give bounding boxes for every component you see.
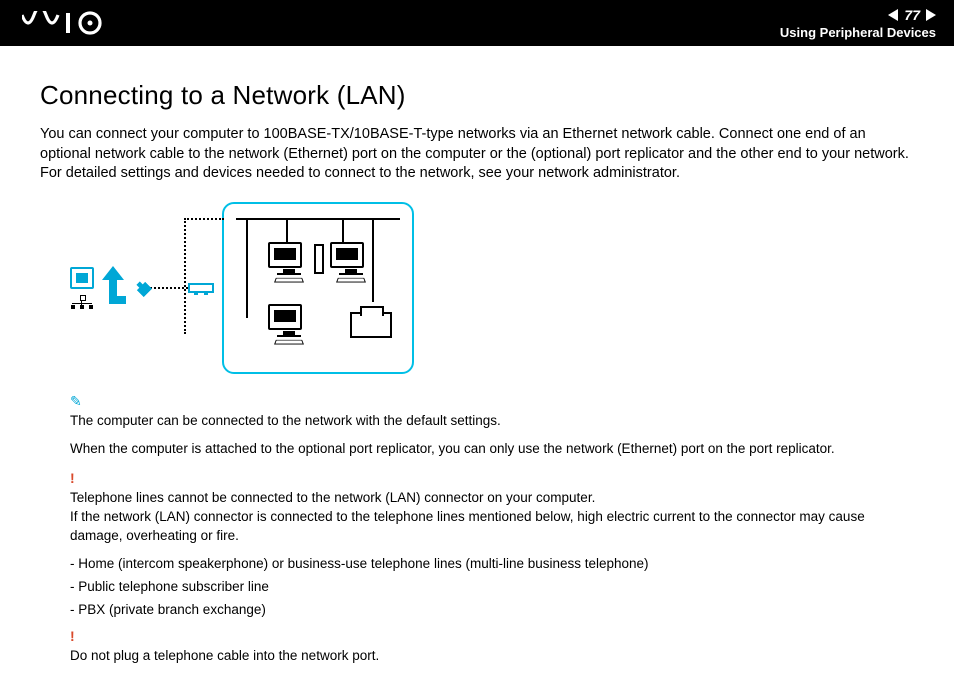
ethernet-port-block — [70, 267, 94, 309]
note-block: ✎ The computer can be connected to the n… — [70, 392, 914, 460]
up-arrow-icon — [100, 266, 126, 309]
warning-icon: ! — [70, 628, 75, 644]
note-text-2: When the computer is attached to the opt… — [70, 440, 914, 459]
warning-block-2: ! Do not plug a telephone cable into the… — [70, 627, 914, 666]
warning-icon: ! — [70, 470, 75, 486]
header-right: 77 Using Peripheral Devices — [780, 7, 936, 40]
computer-icon — [268, 304, 310, 348]
vaio-logo — [22, 11, 122, 35]
hub-icon — [188, 283, 214, 293]
bullet-item: Home (intercom speakerphone) or business… — [70, 556, 914, 571]
section-title: Using Peripheral Devices — [780, 25, 936, 40]
cable-connector-icon — [136, 282, 150, 294]
intro-paragraph: You can connect your computer to 100BASE… — [40, 125, 914, 184]
note-icon: ✎ — [70, 393, 82, 409]
ethernet-port-icon — [70, 267, 94, 289]
bullet-item: PBX (private branch exchange) — [70, 602, 914, 617]
page-header: 77 Using Peripheral Devices — [0, 0, 954, 46]
warning-text-1b: If the network (LAN) connector is connec… — [70, 509, 865, 543]
computer-icon — [268, 242, 310, 286]
lan-network-box — [222, 202, 414, 374]
computer-icon — [330, 242, 372, 286]
printer-icon — [350, 312, 392, 338]
page-number: 77 — [904, 7, 920, 23]
dotted-cable-line — [150, 287, 188, 289]
next-page-icon[interactable] — [926, 9, 936, 21]
page-content: Connecting to a Network (LAN) You can co… — [0, 46, 954, 666]
page-title: Connecting to a Network (LAN) — [40, 80, 914, 111]
warning-text-1a: Telephone lines cannot be connected to t… — [70, 490, 595, 505]
prev-page-icon[interactable] — [888, 9, 898, 21]
network-diagram — [70, 202, 914, 374]
page-navigator: 77 — [780, 7, 936, 23]
warning-text-2: Do not plug a telephone cable into the n… — [70, 648, 379, 663]
note-text-1: The computer can be connected to the net… — [70, 412, 914, 431]
warning-block-1: ! Telephone lines cannot be connected to… — [70, 469, 914, 546]
network-symbol-icon — [71, 295, 93, 309]
bullet-item: Public telephone subscriber line — [70, 579, 914, 594]
bullet-list: Home (intercom speakerphone) or business… — [70, 556, 914, 617]
